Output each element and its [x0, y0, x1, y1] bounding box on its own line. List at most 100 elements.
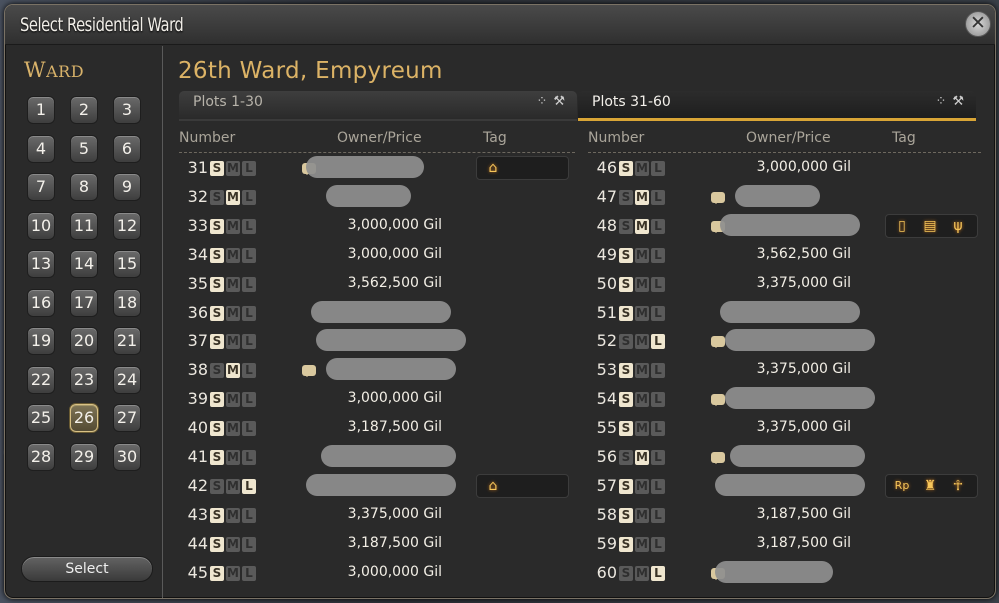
plot-row[interactable]: 43 S M L 3,375,000 Gil — [176, 501, 576, 530]
size-s-indicator: S — [210, 507, 224, 523]
ward-button-25[interactable]: 25 — [27, 404, 55, 432]
ward-label-rest: ARD — [46, 62, 85, 81]
plot-row[interactable]: 34 S M L 3,000,000 Gil — [176, 241, 576, 270]
plot-row[interactable]: 35 S M L 3,562,500 Gil — [176, 270, 576, 299]
ward-button-1[interactable]: 1 — [27, 96, 55, 124]
size-m-indicator: M — [226, 450, 240, 465]
size-l-indicator: L — [651, 421, 665, 437]
ward-button-11[interactable]: 11 — [70, 211, 98, 240]
size-l-indicator: L — [242, 450, 256, 465]
size-s-indicator: S — [210, 565, 224, 581]
size-s-indicator: S — [619, 536, 633, 552]
ward-button-29[interactable]: 29 — [70, 442, 98, 471]
select-button[interactable]: Select — [21, 556, 153, 582]
ward-button-19[interactable]: 19 — [27, 327, 55, 355]
plot-row[interactable]: 40 S M L 3,187,500 Gil — [176, 414, 576, 443]
ward-button-17[interactable]: 17 — [70, 288, 98, 317]
plot-row[interactable]: 48 S M L ▯ ▤ ψ — [585, 212, 985, 241]
plot-row[interactable]: 47 S M L — [585, 183, 985, 212]
size-m-indicator: M — [226, 421, 240, 437]
plot-row[interactable]: 32 S M L — [176, 183, 576, 212]
ward-button-9[interactable]: 9 — [113, 173, 141, 201]
size-m-indicator: M — [635, 276, 649, 292]
plot-row[interactable]: 46 S M L 3,000,000 Gil — [585, 154, 985, 183]
ward-button-26[interactable]: 26 — [70, 404, 98, 432]
tab-plots-1-30[interactable]: Plots 1-30 ⁘⚒ — [179, 91, 577, 121]
size-s-indicator: S — [210, 247, 224, 263]
size-m-indicator: M — [226, 565, 240, 581]
plot-row[interactable]: 60 S M L — [585, 559, 985, 588]
ward-button-22[interactable]: 22 — [27, 365, 55, 394]
ward-button-24[interactable]: 24 — [113, 365, 141, 394]
plot-row[interactable]: 41 S M L — [176, 443, 576, 472]
size-l-indicator: L — [651, 363, 665, 379]
plot-row[interactable]: 37 S M L — [176, 327, 576, 356]
title-bar[interactable]: Select Residential Ward ✕ — [5, 5, 995, 45]
plot-row[interactable]: 33 S M L 3,000,000 Gil — [176, 212, 576, 241]
ward-button-8[interactable]: 8 — [70, 173, 98, 201]
size-m-indicator: M — [635, 247, 649, 263]
tag-box: ⌂ — [476, 156, 569, 180]
plot-row[interactable]: 42 S M L ⌂ — [176, 472, 576, 501]
size-s-indicator: S — [210, 305, 224, 321]
size-l-indicator: L — [651, 218, 665, 234]
close-icon[interactable]: ✕ — [965, 11, 991, 37]
ward-button-5[interactable]: 5 — [70, 134, 98, 163]
greeting-chat-icon[interactable] — [711, 394, 725, 407]
ward-button-2[interactable]: 2 — [70, 96, 98, 124]
ward-button-15[interactable]: 15 — [113, 250, 141, 278]
ward-button-7[interactable]: 7 — [27, 173, 55, 201]
size-m-indicator: M — [226, 247, 240, 263]
plot-row[interactable]: 56 S M L — [585, 443, 985, 472]
ward-button-30[interactable]: 30 — [113, 442, 141, 471]
plot-row[interactable]: 38 S M L — [176, 356, 576, 385]
plot-row[interactable]: 51 S M L — [585, 299, 985, 328]
ward-button-10[interactable]: 10 — [27, 211, 55, 240]
plot-number: 31 — [187, 158, 208, 177]
plot-row[interactable]: 55 S M L 3,375,000 Gil — [585, 414, 985, 443]
plot-row[interactable]: 39 S M L 3,000,000 Gil — [176, 385, 576, 414]
plot-row[interactable]: 54 S M L — [585, 385, 985, 414]
plot-price: 3,187,500 Gil — [347, 534, 442, 551]
select-ward-window: Select Residential Ward ✕ WARD 123456789… — [4, 4, 996, 599]
plot-row[interactable]: 44 S M L 3,187,500 Gil — [176, 530, 576, 559]
ward-button-27[interactable]: 27 — [113, 404, 141, 432]
plot-row[interactable]: 45 S M L 3,000,000 Gil — [176, 559, 576, 588]
ward-button-12[interactable]: 12 — [113, 211, 141, 240]
plot-row[interactable]: 57 S M L Rp ♜ ☥ — [585, 472, 985, 501]
greeting-chat-icon[interactable] — [711, 191, 725, 204]
greeting-chat-icon[interactable] — [302, 365, 316, 378]
plot-row[interactable]: 53 S M L 3,375,000 Gil — [585, 356, 985, 385]
ward-button-6[interactable]: 6 — [113, 134, 141, 163]
ward-button-28[interactable]: 28 — [27, 442, 55, 471]
size-m-indicator: M — [635, 189, 649, 205]
size-s-indicator: S — [210, 363, 224, 379]
bar-tag-icon: ♜ — [923, 477, 937, 494]
ward-button-21[interactable]: 21 — [113, 327, 141, 355]
plot-price: 3,000,000 Gil — [347, 245, 442, 262]
ward-button-14[interactable]: 14 — [70, 250, 98, 278]
size-m-indicator: M — [635, 450, 649, 465]
plot-row[interactable]: 49 S M L 3,562,500 Gil — [585, 241, 985, 270]
plot-row[interactable]: 31 S M L ⌂ — [176, 154, 576, 183]
greeting-chat-icon[interactable] — [711, 336, 725, 349]
ward-button-20[interactable]: 20 — [70, 327, 98, 355]
plot-row[interactable]: 36 S M L — [176, 299, 576, 328]
size-l-indicator: L — [651, 161, 665, 176]
plot-row[interactable]: 50 S M L 3,375,000 Gil — [585, 270, 985, 299]
tab-plots-31-60[interactable]: Plots 31-60 ⁘⚒ — [578, 91, 976, 121]
ward-button-18[interactable]: 18 — [113, 288, 141, 317]
plot-row[interactable]: 59 S M L 3,187,500 Gil — [585, 530, 985, 559]
ward-button-13[interactable]: 13 — [27, 250, 55, 278]
ward-button-16[interactable]: 16 — [27, 288, 55, 317]
window-title: Select Residential Ward — [20, 14, 184, 36]
greeting-chat-icon[interactable] — [711, 452, 725, 464]
column-owner-price: Owner/Price — [746, 130, 831, 146]
size-l-indicator: L — [242, 507, 256, 523]
plot-row[interactable]: 58 S M L 3,187,500 Gil — [585, 501, 985, 530]
plot-row[interactable]: 52 S M L — [585, 327, 985, 356]
ward-button-3[interactable]: 3 — [113, 96, 141, 124]
ward-label: WARD — [24, 58, 84, 82]
ward-button-4[interactable]: 4 — [27, 134, 55, 163]
ward-button-23[interactable]: 23 — [70, 365, 98, 394]
